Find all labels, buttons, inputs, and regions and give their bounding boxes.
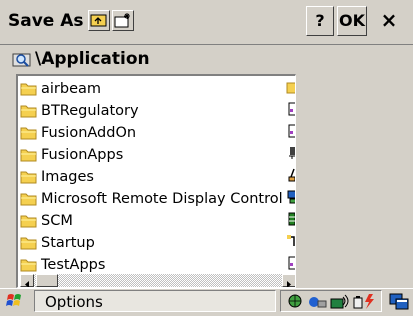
list-item-label: TestApps — [41, 257, 106, 273]
up-folder-icon — [90, 14, 107, 27]
folder-icon — [20, 105, 37, 118]
database-icon — [286, 211, 295, 226]
list-item-label: FusionApps — [41, 147, 124, 163]
document-icon — [286, 123, 295, 138]
document-icon — [286, 255, 295, 270]
scroll-thumb[interactable] — [36, 274, 58, 287]
desktop-switch-icon[interactable] — [388, 291, 410, 311]
list-item-label: FusionAddOn — [41, 125, 137, 141]
system-tray — [280, 290, 382, 312]
new-folder-icon — [114, 13, 130, 28]
scroll-right-button[interactable] — [282, 274, 295, 287]
shortcut-icon — [286, 233, 295, 247]
list-item[interactable]: FusionAddOn — [20, 122, 284, 144]
folder-search-icon — [12, 53, 31, 67]
folder-icon — [20, 193, 37, 206]
list-item-label: Images — [41, 169, 94, 185]
folder-icon — [20, 237, 37, 250]
task-label: Options — [45, 293, 103, 311]
arrow-left-icon — [25, 281, 29, 287]
folder-icon — [20, 171, 37, 184]
start-button[interactable] — [2, 290, 32, 312]
file-type-icon — [286, 79, 295, 94]
path-bar: \Application — [0, 45, 413, 73]
taskbar: Options — [0, 288, 413, 313]
list-item[interactable]: FusionApps — [20, 144, 284, 166]
help-button[interactable]: ? — [306, 6, 334, 36]
ok-button[interactable]: OK — [337, 6, 367, 36]
file-list[interactable]: airbeam BTRegulatory FusionAddOn FusionApps… — [16, 74, 296, 288]
paint-icon — [286, 167, 295, 182]
list-item[interactable]: TestApps — [20, 254, 284, 276]
new-folder-button[interactable] — [112, 10, 134, 31]
list-item-label: Startup — [41, 235, 95, 251]
bluetooth-devices-icon[interactable] — [307, 293, 327, 310]
current-path: \Application — [35, 49, 150, 69]
folder-icon — [20, 215, 37, 228]
document-icon — [286, 101, 295, 116]
list-item[interactable]: Images — [20, 166, 284, 188]
list-item[interactable]: airbeam — [20, 78, 284, 100]
folder-icon — [20, 83, 37, 96]
list-item-label: BTRegulatory — [41, 103, 139, 119]
task-options-button[interactable]: Options — [34, 290, 276, 312]
scroll-left-button[interactable] — [20, 274, 34, 287]
list-item[interactable]: SCM — [20, 210, 284, 232]
title-bar: Save As ? OK × — [0, 0, 413, 45]
list-item-label: Microsoft Remote Display Control — [41, 191, 283, 207]
folder-icon — [20, 149, 37, 162]
remote-display-icon — [286, 189, 295, 204]
list-item-label: SCM — [41, 213, 73, 229]
wireless-signal-icon[interactable] — [329, 293, 351, 310]
arrow-right-icon — [287, 281, 291, 287]
list-item[interactable]: BTRegulatory — [20, 100, 284, 122]
battery-power-icon[interactable] — [353, 293, 377, 310]
up-folder-button[interactable] — [88, 10, 110, 31]
window-title: Save As — [8, 11, 84, 31]
list-item[interactable]: Startup — [20, 232, 284, 254]
folder-icon — [20, 127, 37, 140]
network-globe-icon[interactable] — [285, 293, 305, 310]
folder-icon — [20, 259, 37, 272]
windows-flag-icon — [6, 294, 21, 306]
list-item[interactable]: Microsoft Remote Display Control — [20, 188, 284, 210]
microphone-icon — [286, 145, 295, 159]
horizontal-scrollbar[interactable] — [20, 274, 295, 287]
close-button[interactable]: × — [369, 6, 409, 36]
list-item-label: airbeam — [41, 81, 102, 97]
